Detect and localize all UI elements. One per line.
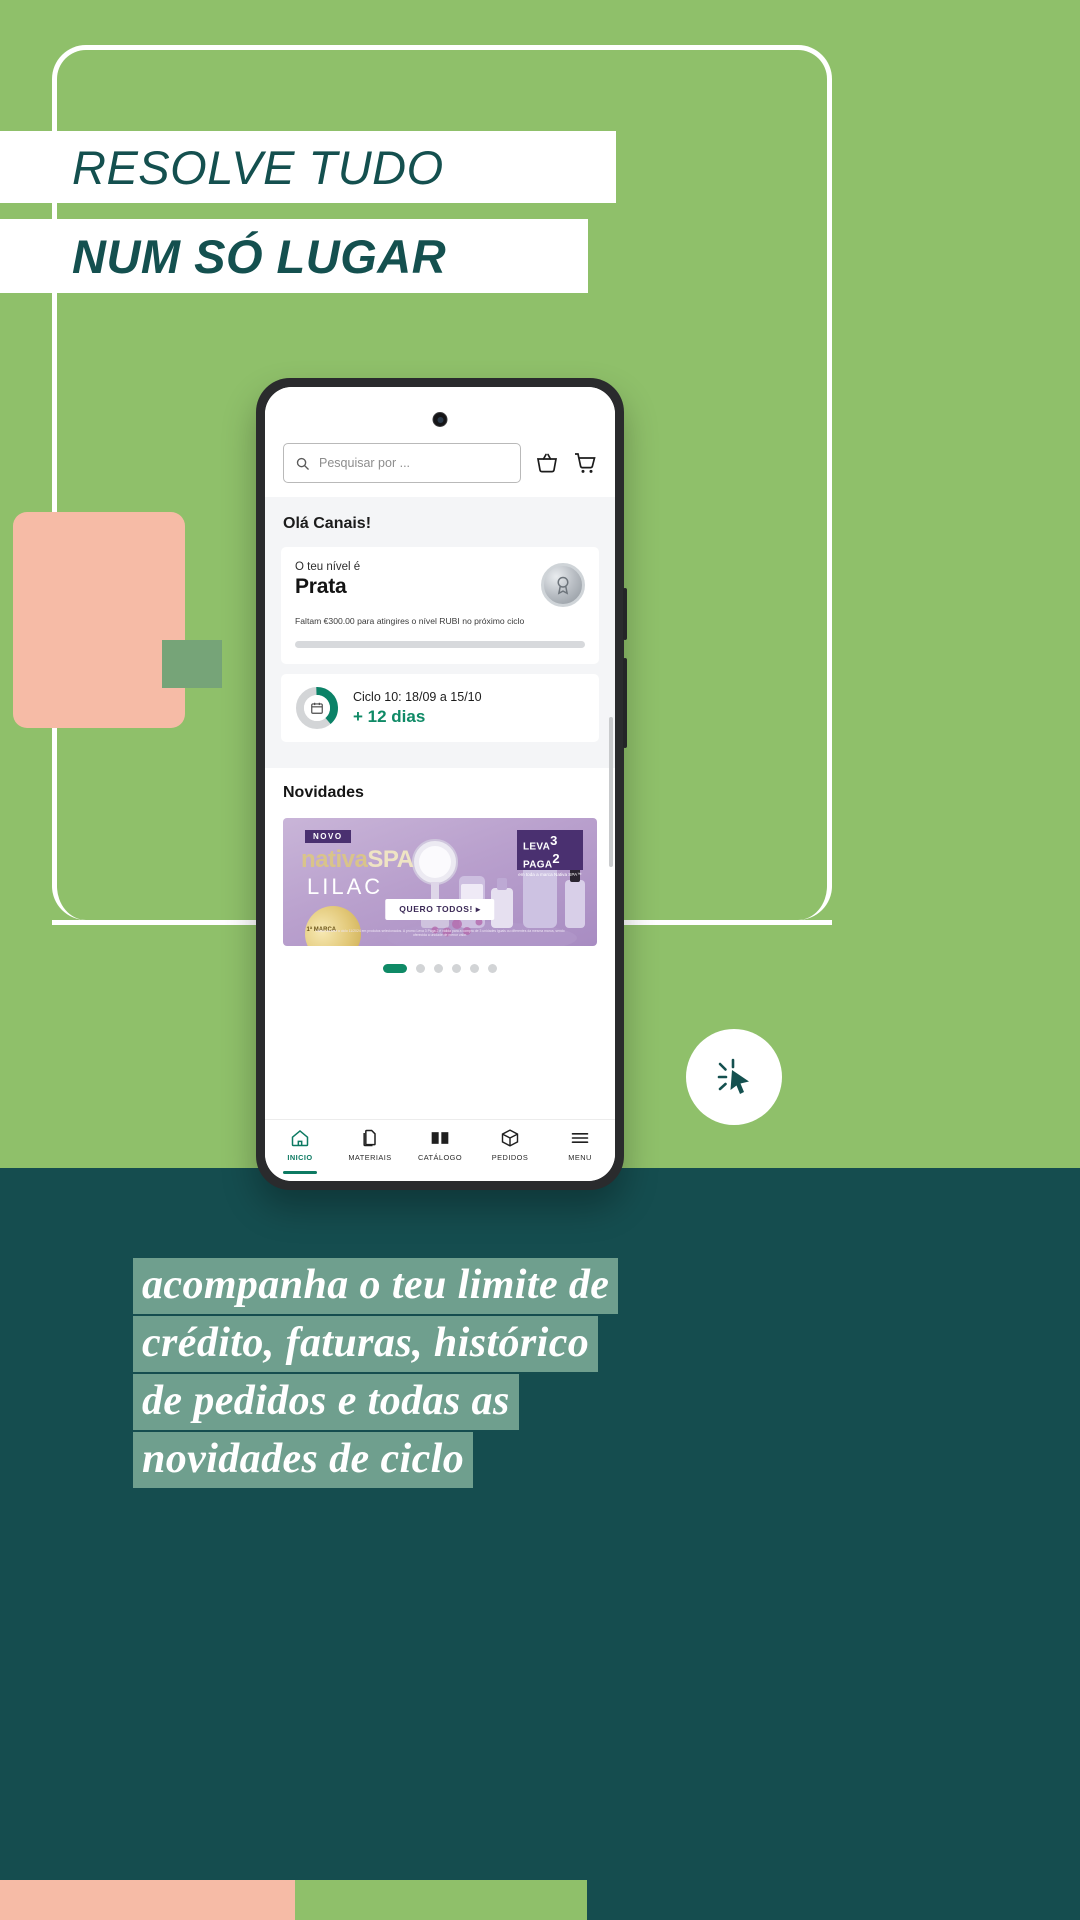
search-icon [296,457,309,470]
headline-line-1: RESOLVE TUDO [0,131,616,203]
promo-banner[interactable]: NOVO nativaSPA LILAC 1ª MARCA LEVA3 PAGA… [283,818,597,946]
footer-strip-peach [0,1880,295,1920]
app-content: Olá Canais! O teu nível é Prata Faltam €… [265,497,615,973]
offer-line-1: LEVA [523,841,551,853]
tab-catalogo[interactable]: CATÁLOGO [405,1128,475,1162]
carousel-dot[interactable] [416,964,425,973]
carousel-dots[interactable] [283,946,597,973]
tab-label: CATÁLOGO [417,1153,463,1162]
offer-num-1: 3 [550,833,558,848]
level-card[interactable]: O teu nível é Prata Faltam €300.00 para … [281,547,599,664]
decorative-peach-square [13,512,185,728]
offer-line-2: PAGA [523,859,553,871]
caption-block: acompanha o teu limite de crédito, fatur… [133,1258,933,1490]
level-progress-bar [295,641,585,648]
home-icon [291,1129,309,1147]
caption-line: de pedidos e todas as [133,1374,519,1430]
offer-badge: LEVA3 PAGA2 [517,830,583,871]
caption-line: novidades de ciclo [133,1432,474,1488]
carousel-dot[interactable] [488,964,497,973]
documents-icon [363,1129,376,1147]
poster-canvas: RESOLVE TUDO NUM SÓ LUGAR acompanha o te… [0,0,1080,1920]
brand-name: nativaSPA [301,846,414,874]
tab-label: INICIO [287,1153,313,1162]
basket-icon[interactable] [535,451,559,475]
cycle-remaining: + 12 dias [353,706,426,726]
tab-label: MATERIAIS [348,1153,392,1162]
tab-menu[interactable]: MENU [545,1128,615,1162]
decorative-sage-square [162,640,222,688]
phone-screen: Pesquisar por ... Olá Canais! O teu níve… [265,387,615,1181]
calendar-icon [304,695,330,721]
carousel-dot[interactable] [383,964,407,973]
cart-icon[interactable] [573,451,597,475]
novo-tag: NOVO [305,830,351,843]
caption-line: crédito, faturas, histórico [133,1316,599,1372]
brand-name-part-b: SPA [367,846,414,873]
offer-num-2: 2 [552,851,560,867]
phone-mockup: Pesquisar por ... Olá Canais! O teu níve… [256,378,627,1190]
headline-line-2: NUM SÓ LUGAR [0,219,588,293]
headline-line-2-text: NUM SÓ LUGAR [72,229,447,283]
offer-subtext: em toda a marca Nativa SPA™ [518,872,582,877]
box-icon [501,1129,519,1147]
carousel-dot[interactable] [470,964,479,973]
level-note: Faltam €300.00 para atingires o nível RU… [295,616,525,626]
menu-icon [571,1133,589,1143]
medal-icon [541,563,585,607]
level-label: O teu nível é [295,561,361,573]
seal-badge: 1ª MARCA [293,894,373,946]
bottom-navigation: INICIO MATERIAIS CATÁLOGO PEDIDOS MENU [265,1119,615,1181]
level-name: Prata [295,575,347,598]
medal-glyph-icon [557,576,569,595]
tab-label: MENU [568,1153,592,1162]
footer-strip-green [295,1880,587,1920]
tab-label: PEDIDOS [491,1153,529,1162]
news-title: Novidades [283,784,364,801]
caption-line: acompanha o teu limite de [133,1258,619,1314]
cycle-progress-ring [295,686,339,730]
search-placeholder: Pesquisar por ... [319,456,411,470]
brand-variant: LILAC [307,874,384,899]
calendar-glyph-icon [311,702,323,714]
cycle-title: Ciclo 10: 18/09 a 15/10 [353,689,482,704]
cycle-card[interactable]: Ciclo 10: 18/09 a 15/10 + 12 dias [281,674,599,742]
quero-todos-button[interactable]: QUERO TODOS! ▸ [385,899,495,920]
search-input[interactable]: Pesquisar por ... [283,443,521,483]
tab-inicio[interactable]: INICIO [265,1128,335,1174]
app-top-bar: Pesquisar por ... [265,387,615,497]
tab-pedidos[interactable]: PEDIDOS [475,1128,545,1162]
news-section: Novidades NOVO nativaSPA LILAC 1ª MARCA … [265,768,615,973]
cursor-click-icon [717,1058,749,1094]
greeting-text: Olá Canais! [283,515,372,532]
banner-legal-text: Válido durante o ciclo 11/2024 em produt… [315,928,565,938]
cursor-click-badge [686,1029,782,1125]
headline-line-1-text: RESOLVE TUDO [72,140,444,194]
tab-materiais[interactable]: MATERIAIS [335,1128,405,1162]
content-scrollbar[interactable] [609,717,613,867]
carousel-dot[interactable] [452,964,461,973]
book-icon [431,1132,449,1144]
brand-name-part-a: nativa [301,846,368,873]
front-camera [432,412,448,427]
carousel-dot[interactable] [434,964,443,973]
